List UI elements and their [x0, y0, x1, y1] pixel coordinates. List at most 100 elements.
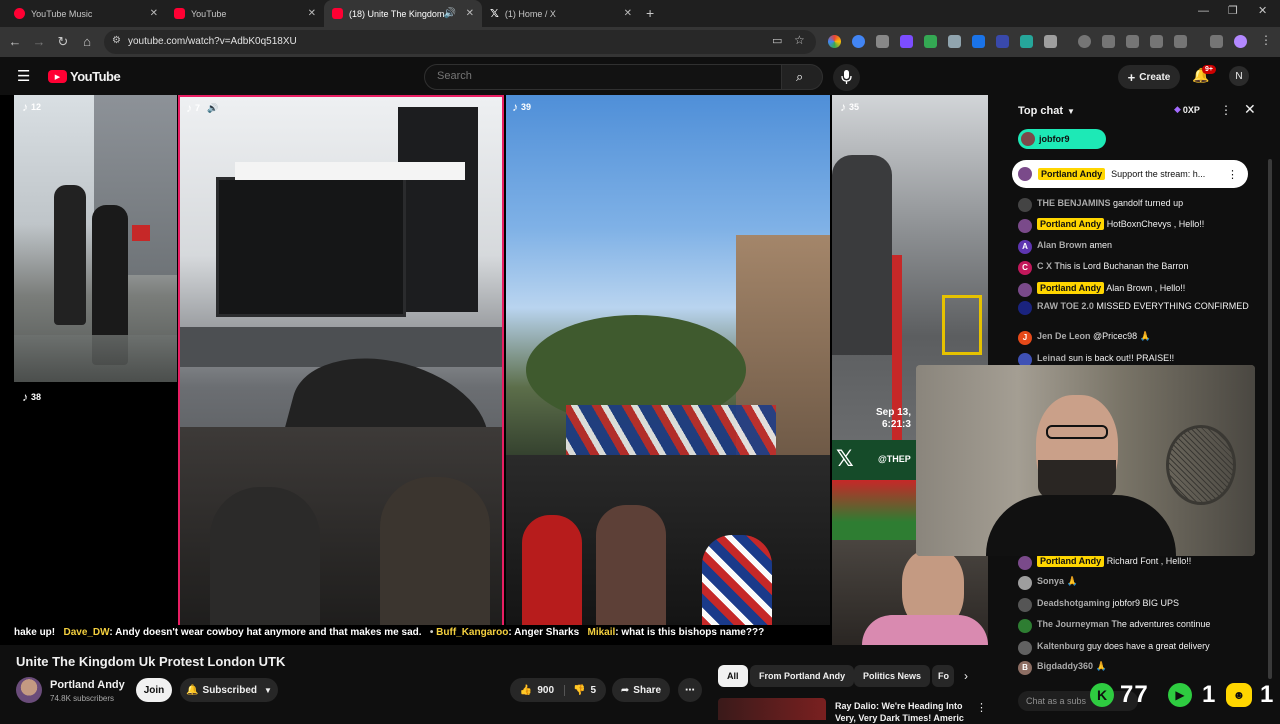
- chip-partial[interactable]: Fo: [932, 665, 954, 687]
- channel-avatar[interactable]: [16, 677, 42, 703]
- chat-message[interactable]: A Alan Brown amen: [1018, 240, 1266, 254]
- site-info-icon[interactable]: ⚙: [112, 35, 121, 46]
- chat-author[interactable]: Leinad: [1037, 353, 1066, 363]
- avatar[interactable]: [1018, 619, 1032, 633]
- chat-message[interactable]: Portland Andy HotBoxnChevys , Hello!!: [1018, 218, 1266, 233]
- chat-author[interactable]: Alan Brown: [1037, 240, 1087, 250]
- avatar[interactable]: B: [1018, 661, 1032, 675]
- extension-icon[interactable]: [876, 35, 889, 48]
- devtools-icon[interactable]: [1126, 35, 1139, 48]
- avatar[interactable]: [1018, 301, 1032, 315]
- account-avatar[interactable]: N: [1229, 66, 1249, 86]
- xp-indicator[interactable]: ◆ 0XP: [1174, 104, 1200, 115]
- hamburger-menu-icon[interactable]: ☰: [17, 67, 30, 85]
- restore-icon[interactable]: ❐: [1228, 4, 1238, 17]
- chat-author[interactable]: Deadshotgaming: [1037, 598, 1110, 608]
- tab-youtube-music[interactable]: YouTube Music ✕: [6, 0, 166, 27]
- kebab-menu-icon[interactable]: ⋮: [1227, 168, 1238, 181]
- close-icon[interactable]: ✕: [466, 8, 474, 19]
- voice-search-button[interactable]: [833, 64, 860, 91]
- avatar[interactable]: [1018, 556, 1032, 570]
- owner-badge[interactable]: Portland Andy: [1037, 555, 1105, 567]
- extension-icon[interactable]: [852, 35, 865, 48]
- extension-icon[interactable]: [948, 35, 961, 48]
- back-icon[interactable]: ←: [6, 33, 24, 51]
- avatar[interactable]: [1018, 598, 1032, 612]
- avatar[interactable]: [1018, 283, 1032, 297]
- chat-message[interactable]: Sonya 🙏: [1018, 576, 1266, 590]
- dislike-button[interactable]: 👎 5: [565, 685, 596, 696]
- extension-icon[interactable]: [1102, 35, 1115, 48]
- chat-mode-dropdown[interactable]: Top chat ▼: [1018, 105, 1075, 117]
- speaker-icon[interactable]: 🔊: [444, 8, 456, 19]
- puzzle-icon[interactable]: [1044, 35, 1057, 48]
- chat-message[interactable]: Kaltenburg guy does have a great deliver…: [1018, 641, 1266, 655]
- chip-politics-news[interactable]: Politics News: [854, 665, 931, 687]
- extension-icon[interactable]: [1174, 35, 1187, 48]
- tab-youtube[interactable]: YouTube ✕: [166, 0, 324, 27]
- avatar[interactable]: J: [1018, 331, 1032, 345]
- channel-name[interactable]: Portland Andy: [50, 679, 125, 691]
- address-bar[interactable]: ⚙ youtube.com/watch?v=AdbK0q518XU ▭ ☆: [104, 30, 816, 54]
- avatar[interactable]: [1018, 219, 1032, 233]
- chat-scrollbar[interactable]: [1268, 159, 1272, 679]
- new-tab-icon[interactable]: +: [646, 5, 654, 21]
- share-button[interactable]: ➦ Share: [612, 678, 670, 702]
- chip-from-channel[interactable]: From Portland Andy: [750, 665, 855, 687]
- forward-icon[interactable]: →: [30, 33, 48, 51]
- pinned-message[interactable]: Portland Andy Support the stream: h... ⋮: [1012, 160, 1248, 188]
- extension-icon[interactable]: [828, 35, 841, 48]
- top-donor-chip[interactable]: jobfor9: [1018, 129, 1106, 149]
- chat-author[interactable]: Sonya: [1037, 576, 1064, 586]
- chat-message[interactable]: THE BENJAMINS gandolf turned up: [1018, 198, 1266, 212]
- chat-author[interactable]: THE BENJAMINS: [1037, 198, 1111, 208]
- avatar[interactable]: [1018, 641, 1032, 655]
- chat-message[interactable]: Deadshotgaming jobfor9 BIG UPS: [1018, 598, 1266, 612]
- avatar[interactable]: [1018, 198, 1032, 212]
- extension-icon[interactable]: [924, 35, 937, 48]
- search-button[interactable]: ⌕: [781, 64, 823, 90]
- profile-avatar[interactable]: [1234, 35, 1247, 48]
- chat-message[interactable]: J Jen De Leon @Pricec98 🙏: [1018, 331, 1266, 345]
- extension-icon[interactable]: [972, 35, 985, 48]
- chat-message[interactable]: Portland Andy Alan Brown , Hello!!: [1018, 282, 1266, 297]
- extension-icon[interactable]: [1020, 35, 1033, 48]
- chat-author[interactable]: C X: [1037, 261, 1052, 271]
- chat-message[interactable]: B Bigdaddy360 🙏: [1018, 661, 1266, 675]
- kebab-menu-icon[interactable]: ⋮: [1260, 33, 1272, 47]
- kebab-menu-icon[interactable]: ⋮: [976, 701, 987, 714]
- notifications-button[interactable]: 🔔 9+: [1192, 65, 1216, 85]
- join-button[interactable]: Join: [136, 678, 172, 702]
- chevron-right-icon[interactable]: ›: [964, 669, 968, 683]
- reload-icon[interactable]: ↻: [54, 33, 72, 51]
- sidepanel-icon[interactable]: [1150, 35, 1163, 48]
- recommended-thumbnail[interactable]: [718, 698, 826, 720]
- extension-icon[interactable]: [996, 35, 1009, 48]
- chat-message[interactable]: Portland Andy Richard Font , Hello!!: [1018, 555, 1266, 570]
- avatar[interactable]: [1018, 576, 1032, 590]
- cast-icon[interactable]: ▭: [772, 34, 782, 47]
- search-input[interactable]: [425, 65, 781, 87]
- tab-x-home[interactable]: 𝕏 (1) Home / X ✕: [482, 0, 640, 27]
- chip-all[interactable]: All: [718, 665, 748, 687]
- create-button[interactable]: + Create: [1118, 65, 1180, 89]
- close-icon[interactable]: ✕: [150, 8, 158, 19]
- menu-extension-icon[interactable]: [1210, 35, 1223, 48]
- history-icon[interactable]: [1078, 35, 1091, 48]
- tab-current-video[interactable]: (18) Unite The Kingdom Uk 🔊 ✕: [324, 0, 482, 27]
- extension-icon[interactable]: [900, 35, 913, 48]
- subscribed-button[interactable]: 🔔 Subscribed ▼: [180, 678, 278, 702]
- chat-message[interactable]: C C X This is Lord Buchanan the Barron: [1018, 261, 1266, 275]
- close-chat-icon[interactable]: ✕: [1244, 101, 1256, 118]
- close-icon[interactable]: ✕: [624, 8, 632, 19]
- chat-author[interactable]: Kaltenburg: [1037, 641, 1085, 651]
- chat-author[interactable]: The Journeyman: [1037, 619, 1109, 629]
- chat-author[interactable]: Bigdaddy360: [1037, 661, 1093, 671]
- chat-author[interactable]: Jen De Leon: [1037, 331, 1091, 341]
- close-window-icon[interactable]: ✕: [1258, 4, 1267, 17]
- minimize-icon[interactable]: —: [1198, 5, 1209, 17]
- home-icon[interactable]: ⌂: [78, 33, 96, 51]
- video-player[interactable]: ♪12 ♪38 ♪7🔊 ♪39 ♪35 Sep 13, 6:21:3: [0, 95, 988, 645]
- close-icon[interactable]: ✕: [308, 8, 316, 19]
- bookmark-star-icon[interactable]: ☆: [794, 33, 805, 47]
